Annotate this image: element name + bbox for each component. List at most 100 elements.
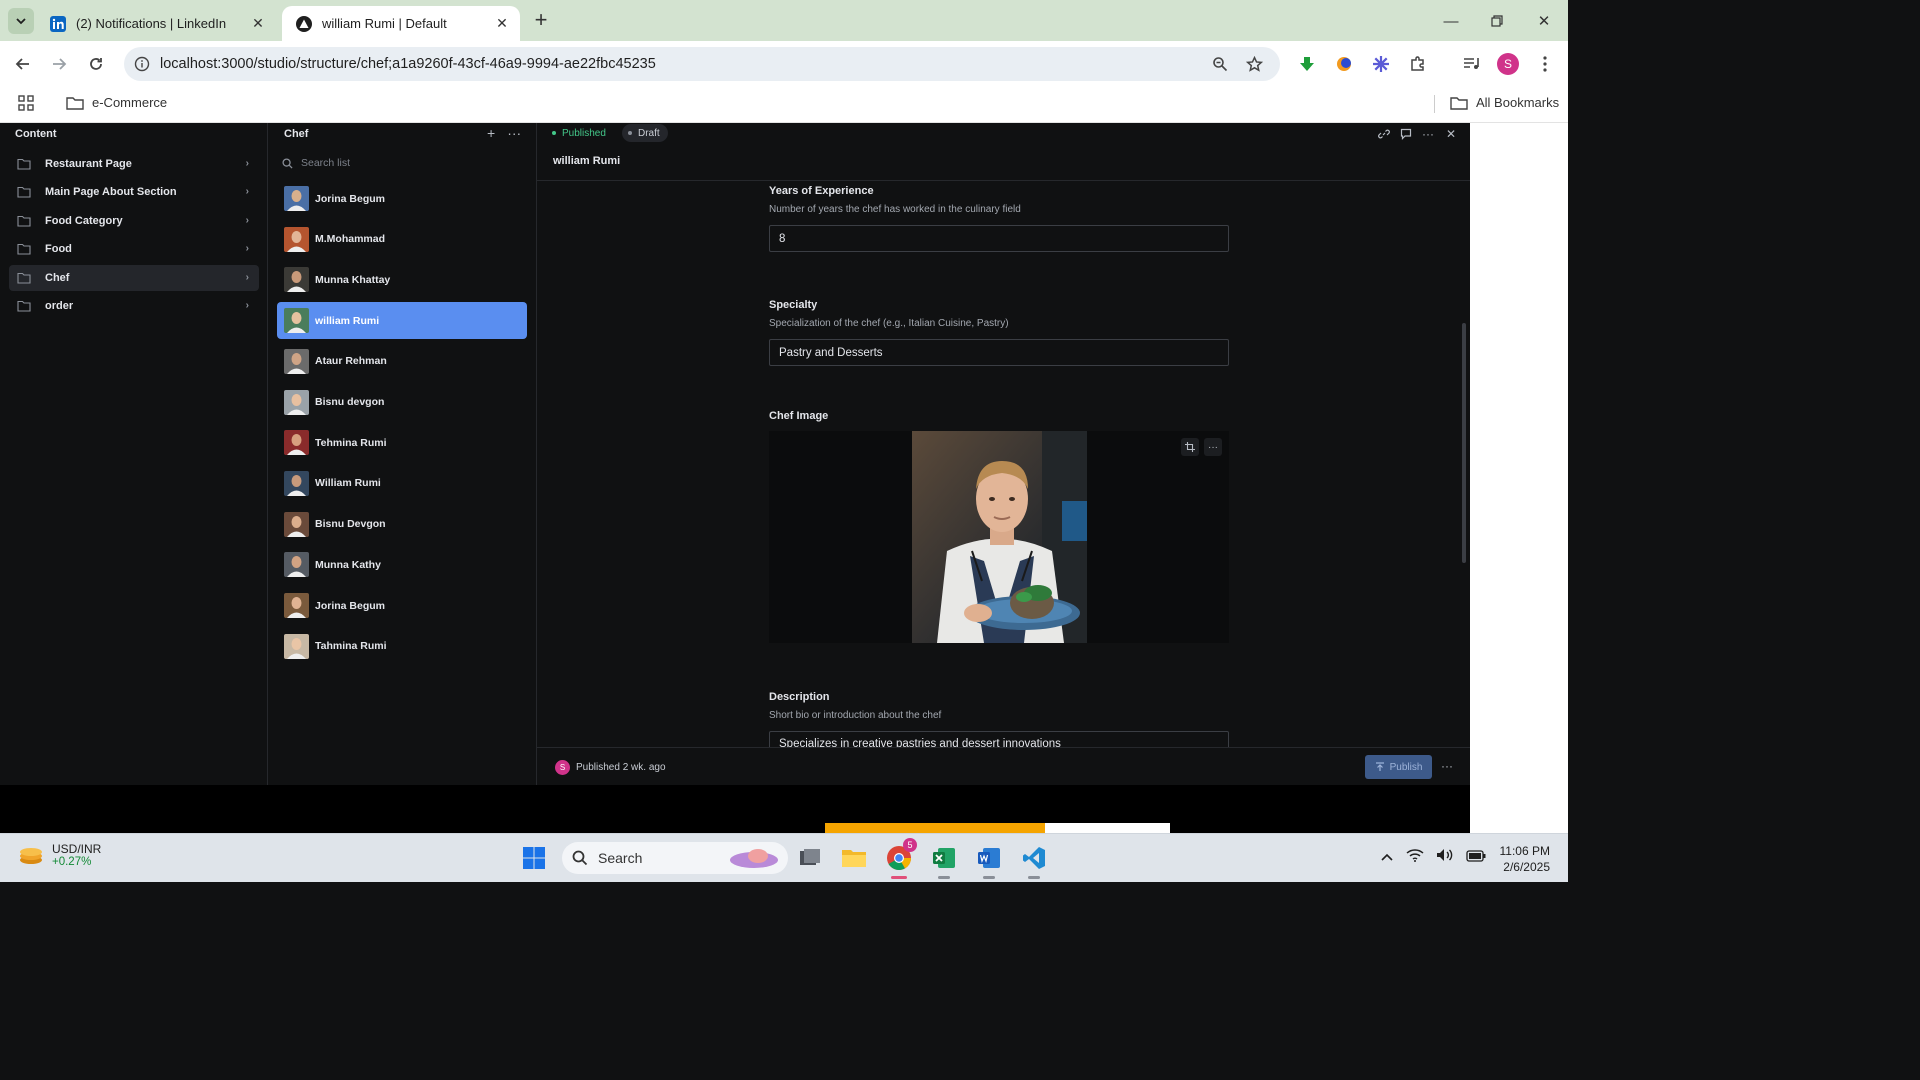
chevron-right-icon: › xyxy=(245,158,249,169)
search-highlight-icon xyxy=(728,846,780,870)
chef-name: william Rumi xyxy=(315,314,380,327)
chevron-right-icon: › xyxy=(245,300,249,311)
chef-image-field[interactable]: ··· xyxy=(769,431,1229,643)
url-bar[interactable]: localhost:3000/studio/structure/chef;a1a… xyxy=(124,47,1280,81)
stock-widget[interactable]: USD/INR +0.27% xyxy=(18,842,101,868)
start-button[interactable] xyxy=(520,844,548,872)
comment-icon[interactable] xyxy=(1398,126,1414,142)
content-item-restaurant-page[interactable]: Restaurant Page › xyxy=(9,151,259,177)
description-input[interactable]: Specializes in creative pastries and des… xyxy=(769,731,1229,747)
excel-icon[interactable] xyxy=(930,844,958,879)
all-bookmarks-button[interactable]: All Bookmarks xyxy=(1450,95,1559,110)
download-extension-icon[interactable] xyxy=(1296,53,1318,75)
page-margin xyxy=(1470,785,1568,833)
tab-search-button[interactable] xyxy=(8,8,34,34)
publish-button[interactable]: Publish xyxy=(1365,755,1432,779)
media-control-icon[interactable] xyxy=(1460,53,1482,75)
search-list-input[interactable]: Search list xyxy=(278,153,528,173)
chef-name: Tahmina Rumi xyxy=(315,640,387,653)
chef-name: Jorina Begum xyxy=(315,192,386,205)
publish-status-text: Published 2 wk. ago xyxy=(576,762,666,773)
chef-list-item[interactable]: Tahmina Rumi xyxy=(277,628,527,665)
word-icon[interactable] xyxy=(975,844,1003,879)
folder-icon xyxy=(17,186,31,198)
taskbar-search[interactable]: Search xyxy=(562,842,788,874)
more-options-icon[interactable]: ··· xyxy=(1420,126,1436,142)
chevron-right-icon: › xyxy=(245,243,249,255)
chef-list-item[interactable]: Bisnu devgon xyxy=(277,384,527,421)
chef-list-item[interactable]: M.Mohammad xyxy=(277,221,527,258)
bookmark-folder-ecommerce[interactable]: e-Commerce xyxy=(66,95,167,110)
chef-list-item[interactable]: William Rumi xyxy=(277,465,527,502)
clock-date: 2/6/2025 xyxy=(1503,860,1550,874)
chrome-icon[interactable]: 5 xyxy=(885,838,917,879)
content-item-label: Food Category xyxy=(45,214,123,227)
status-published-chip[interactable]: Published xyxy=(546,124,614,142)
new-tab-button[interactable]: + xyxy=(530,9,552,32)
status-draft-chip[interactable]: Draft xyxy=(622,124,668,142)
battery-icon[interactable] xyxy=(1466,849,1486,867)
browser-tab-active[interactable]: william Rumi | Default ✕ xyxy=(282,6,520,41)
content-item-food[interactable]: Food › xyxy=(9,236,259,262)
forward-button[interactable] xyxy=(48,53,70,75)
address-bar-row: localhost:3000/studio/structure/chef;a1a… xyxy=(0,41,1568,87)
specialty-description: Specialization of the chef (e.g., Italia… xyxy=(769,318,1009,329)
task-view-icon[interactable] xyxy=(796,844,824,872)
specialty-input[interactable]: Pastry and Desserts xyxy=(769,339,1229,366)
document-title: william Rumi xyxy=(553,155,621,167)
extensions-puzzle-icon[interactable] xyxy=(1407,53,1429,75)
file-explorer-icon[interactable] xyxy=(840,844,868,872)
close-window-button[interactable]: ✕ xyxy=(1533,10,1555,32)
close-icon[interactable]: ✕ xyxy=(494,15,510,31)
apps-grid-icon[interactable] xyxy=(18,95,34,111)
more-actions-icon[interactable]: ··· xyxy=(1441,759,1453,773)
document-scrollbar[interactable] xyxy=(1462,323,1466,563)
browser-menu-icon[interactable] xyxy=(1534,53,1556,75)
status-draft-label: Draft xyxy=(638,127,660,139)
folder-icon xyxy=(17,243,31,255)
chef-list-item[interactable]: Jorina Begum xyxy=(277,587,527,624)
content-item-label: Food xyxy=(45,243,72,256)
chef-list-item[interactable]: Ataur Rehman xyxy=(277,343,527,380)
image-options-icon[interactable]: ··· xyxy=(1204,438,1222,456)
add-document-icon[interactable]: + xyxy=(487,125,495,141)
content-item-chef[interactable]: Chef › xyxy=(9,264,259,291)
extension-orange-icon[interactable] xyxy=(1333,53,1355,75)
volume-icon[interactable] xyxy=(1436,848,1454,867)
tab-title: (2) Notifications | LinkedIn xyxy=(76,16,227,31)
content-item-label: Restaurant Page xyxy=(45,158,132,170)
site-info-icon[interactable] xyxy=(134,56,150,72)
minimize-button[interactable]: — xyxy=(1440,10,1462,32)
back-button[interactable] xyxy=(12,53,34,75)
search-placeholder: Search list xyxy=(301,157,351,169)
wifi-icon[interactable] xyxy=(1406,848,1424,867)
close-pane-icon[interactable]: ✕ xyxy=(1443,126,1459,142)
link-icon[interactable] xyxy=(1376,126,1392,142)
experience-input[interactable]: 8 xyxy=(769,225,1229,252)
extension-snowflake-icon[interactable] xyxy=(1370,53,1392,75)
chef-list-item[interactable]: Munna Kathy xyxy=(277,546,527,583)
system-clock[interactable]: 11:06 PM 2/6/2025 xyxy=(1494,843,1550,875)
chevron-up-icon[interactable] xyxy=(1380,849,1394,867)
profile-avatar[interactable]: S xyxy=(1497,53,1519,75)
bookmark-star-icon[interactable] xyxy=(1246,56,1263,73)
content-item-label: Chef xyxy=(45,271,70,284)
tab-title: william Rumi | Default xyxy=(322,16,447,31)
chef-list-item[interactable]: Bisnu Devgon xyxy=(277,506,527,543)
reload-button[interactable] xyxy=(85,53,107,75)
content-item-main-page-about-section[interactable]: Main Page About Section › xyxy=(9,179,259,205)
chef-list-item[interactable]: william Rumi xyxy=(277,302,527,340)
vscode-icon[interactable] xyxy=(1020,844,1048,879)
content-item-order[interactable]: order › xyxy=(9,293,259,319)
restore-button[interactable] xyxy=(1486,10,1508,32)
browser-tab-linkedin[interactable]: (2) Notifications | LinkedIn ✕ xyxy=(36,6,276,41)
chef-list-item[interactable]: Tehmina Rumi xyxy=(277,424,527,461)
zoom-icon[interactable] xyxy=(1212,56,1228,72)
more-options-icon[interactable]: ··· xyxy=(507,125,521,141)
close-icon[interactable]: ✕ xyxy=(250,15,266,31)
chef-list-item[interactable]: Munna Khattay xyxy=(277,261,527,298)
chef-list-item[interactable]: Jorina Begum xyxy=(277,180,527,217)
content-item-food-category[interactable]: Food Category › xyxy=(9,208,259,234)
crop-icon[interactable] xyxy=(1181,438,1199,456)
url-text: localhost:3000/studio/structure/chef;a1a… xyxy=(160,56,656,72)
